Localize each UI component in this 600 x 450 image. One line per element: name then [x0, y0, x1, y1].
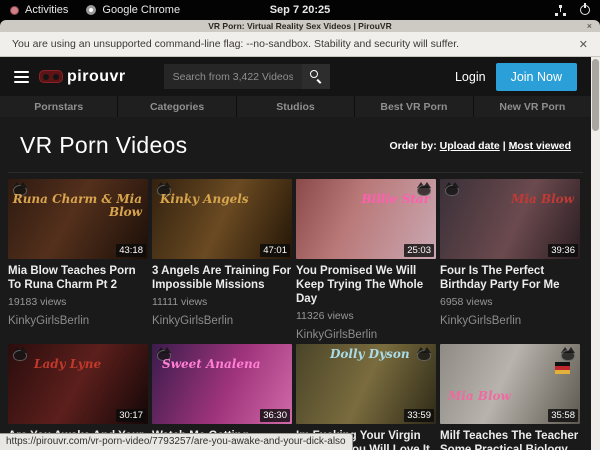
video-views: 11326 views — [296, 310, 436, 322]
activities-button[interactable]: Activities — [10, 4, 68, 16]
search-bar — [164, 64, 330, 89]
video-views: 19183 views — [8, 296, 148, 308]
video-thumbnail[interactable]: Sweet Analena 36:30 — [152, 344, 292, 424]
menu-icon[interactable] — [14, 71, 29, 83]
activities-label: Activities — [25, 4, 68, 16]
duration-badge: 39:36 — [548, 244, 578, 257]
thumb-overlay-text: Billie Star — [296, 193, 430, 206]
duration-badge: 43:18 — [116, 244, 146, 257]
vr-headset-icon — [39, 70, 63, 83]
kinkygirlsberlin-watermark-icon — [11, 347, 29, 361]
thumb-overlay-text: Mia Blow — [440, 193, 574, 206]
duration-badge: 25:03 — [404, 244, 434, 257]
studio-link[interactable]: KinkyGirlsBerlin — [152, 315, 292, 327]
system-top-bar: Activities Google Chrome Sep 7 20:25 — [0, 0, 600, 20]
search-icon — [310, 70, 318, 78]
kinkygirlsberlin-watermark-icon — [559, 347, 577, 361]
nav-item-categories[interactable]: Categories — [118, 96, 235, 117]
order-separator: | — [503, 140, 506, 152]
order-upload-date-link[interactable]: Upload date — [440, 140, 500, 152]
power-icon[interactable] — [580, 5, 590, 15]
video-title-link[interactable]: Milf Teaches The Teacher Some Practical … — [440, 429, 580, 450]
browser-tab-bar: VR Porn: Virtual Reality Sex Videos | Pi… — [0, 20, 600, 32]
nav-item-pornstars[interactable]: Pornstars — [0, 96, 117, 117]
duration-badge: 36:30 — [260, 409, 290, 422]
video-card: Billie Star 25:03 You Promised We Will K… — [296, 179, 436, 341]
thumb-overlay-text: Lady Lyne — [34, 358, 142, 371]
order-by: Order by: Upload date | Most viewed — [389, 140, 571, 152]
focused-app-menu[interactable]: Google Chrome — [86, 4, 180, 16]
video-thumbnail[interactable]: Dolly Dyson 33:59 — [296, 344, 436, 424]
video-thumbnail[interactable]: Runa Charm & Mia Blow 43:18 — [8, 179, 148, 259]
sandbox-warning-bar: You are using an unsupported command-lin… — [0, 32, 600, 57]
nav-item-studios[interactable]: Studios — [237, 96, 354, 117]
video-title-link[interactable]: Mia Blow Teaches Porn To Runa Charm Pt 2 — [8, 264, 148, 292]
warning-text: You are using an unsupported command-lin… — [12, 38, 459, 50]
scrollbar-thumb[interactable] — [592, 59, 599, 131]
duration-badge: 35:58 — [548, 409, 578, 422]
video-card: Mia Blow 35:58 Milf Teaches The Teacher … — [440, 344, 580, 450]
page-title: VR Porn Videos — [20, 132, 187, 159]
page-scrollbar[interactable] — [591, 57, 600, 450]
video-thumbnail[interactable]: Lady Lyne 30:17 — [8, 344, 148, 424]
warning-close-icon[interactable]: ✕ — [579, 38, 588, 51]
thumb-overlay-text: Runa Charm & Mia Blow — [8, 193, 142, 219]
site-logo[interactable]: pirouvr — [39, 68, 126, 86]
search-input[interactable] — [164, 64, 302, 89]
video-thumbnail[interactable]: Billie Star 25:03 — [296, 179, 436, 259]
video-thumbnail[interactable]: Mia Blow 35:58 — [440, 344, 580, 424]
search-button[interactable] — [302, 64, 330, 89]
nav-item-best-vr-porn[interactable]: Best VR Porn — [355, 96, 472, 117]
thumb-overlay-text: Kinky Angels — [160, 193, 286, 206]
page-heading-row: VR Porn Videos Order by: Upload date | M… — [0, 117, 591, 172]
thumb-overlay-text: Dolly Dyson — [330, 348, 430, 361]
video-thumbnail[interactable]: Kinky Angels 47:01 — [152, 179, 292, 259]
video-title-link[interactable]: You Promised We Will Keep Trying The Who… — [296, 264, 436, 306]
video-thumbnail[interactable]: Mia Blow 39:36 — [440, 179, 580, 259]
distro-icon — [10, 6, 19, 15]
logo-text: pirouvr — [67, 68, 126, 86]
studio-link[interactable]: KinkyGirlsBerlin — [8, 315, 148, 327]
browser-viewport: pirouvr Login Join Now Pornstars Categor… — [0, 57, 591, 450]
duration-badge: 33:59 — [404, 409, 434, 422]
duration-badge: 47:01 — [260, 244, 290, 257]
main-nav: Pornstars Categories Studios Best VR Por… — [0, 96, 591, 117]
video-title-link[interactable]: 3 Angels Are Training For Impossible Mis… — [152, 264, 292, 292]
video-card: Kinky Angels 47:01 3 Angels Are Training… — [152, 179, 292, 341]
join-now-button[interactable]: Join Now — [496, 63, 577, 91]
order-most-viewed-link[interactable]: Most viewed — [509, 140, 571, 152]
nav-item-new-vr-porn[interactable]: New VR Porn — [474, 96, 591, 117]
studio-link[interactable]: KinkyGirlsBerlin — [440, 315, 580, 327]
tab-close-icon[interactable]: × — [587, 22, 592, 31]
video-views: 11111 views — [152, 296, 292, 308]
network-icon[interactable] — [555, 5, 566, 16]
status-url-tooltip: https://pirouvr.com/vr-porn-video/779325… — [0, 433, 353, 450]
tab-title[interactable]: VR Porn: Virtual Reality Sex Videos | Pi… — [0, 21, 600, 31]
thumb-overlay-text: Mia Blow — [448, 390, 574, 403]
thumb-overlay-text: Sweet Analena — [162, 358, 286, 371]
video-title-link[interactable]: Four Is The Perfect Birthday Party For M… — [440, 264, 580, 292]
app-name-label: Google Chrome — [102, 4, 180, 16]
video-card: Runa Charm & Mia Blow 43:18 Mia Blow Tea… — [8, 179, 148, 341]
video-grid: Runa Charm & Mia Blow 43:18 Mia Blow Tea… — [0, 173, 591, 450]
studio-link[interactable]: KinkyGirlsBerlin — [296, 329, 436, 341]
chrome-icon — [86, 5, 96, 15]
video-views: 6958 views — [440, 296, 580, 308]
site-header: pirouvr Login Join Now — [0, 57, 591, 96]
german-flag-icon — [555, 362, 570, 374]
login-link[interactable]: Login — [455, 70, 486, 84]
duration-badge: 30:17 — [116, 409, 146, 422]
order-by-label: Order by: — [389, 140, 436, 152]
video-card: Mia Blow 39:36 Four Is The Perfect Birth… — [440, 179, 580, 341]
